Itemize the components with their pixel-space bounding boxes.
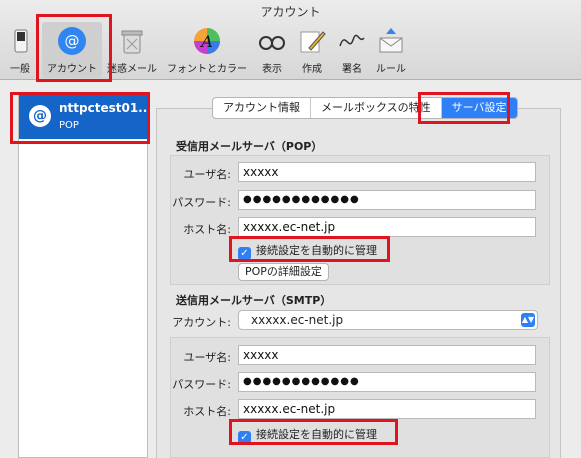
- toolbar-compose[interactable]: 作成: [294, 22, 330, 78]
- account-type: POP: [59, 120, 79, 131]
- chevron-updown-icon: ▲▼: [521, 313, 535, 327]
- tab-server-settings[interactable]: サーバ設定: [441, 98, 517, 118]
- tab-account-info[interactable]: アカウント情報: [213, 98, 311, 118]
- switch-icon: [14, 29, 28, 53]
- outgoing-host-label: ホスト名:: [183, 405, 231, 418]
- toolbar-junk[interactable]: 迷惑メール: [106, 22, 158, 78]
- toolbar-signatures-label: 署名: [342, 64, 362, 75]
- toolbar: アカウント 一般 @ アカウント 迷惑メール A フォントとカラー 表示 作成 …: [0, 0, 581, 80]
- trash-icon: [121, 30, 143, 54]
- outgoing-username-field[interactable]: xxxxx: [238, 345, 536, 365]
- incoming-password-label: パスワード:: [172, 196, 231, 209]
- incoming-host-field[interactable]: xxxxx.ec-net.jp: [238, 217, 536, 237]
- toolbar-general[interactable]: 一般: [2, 22, 38, 78]
- outgoing-server-heading: 送信用メールサーバ（SMTP）: [176, 294, 332, 307]
- at-icon: @: [29, 105, 51, 127]
- at-icon: @: [58, 27, 86, 55]
- incoming-server-heading: 受信用メールサーバ（POP）: [176, 140, 323, 153]
- incoming-password-field[interactable]: ●●●●●●●●●●●●: [238, 190, 536, 210]
- toolbar-rules[interactable]: ルール: [372, 22, 410, 78]
- font-color-icon: A: [194, 28, 220, 54]
- toolbar-view-label: 表示: [262, 64, 282, 75]
- tab-mailbox-behaviors[interactable]: メールボックスの特性: [311, 98, 442, 118]
- rules-icon: [379, 28, 403, 53]
- toolbar-view[interactable]: 表示: [254, 22, 290, 78]
- outgoing-account-select[interactable]: xxxxx.ec-net.jp ▲▼: [238, 310, 538, 330]
- svg-text:A: A: [199, 32, 213, 51]
- toolbar-junk-label: 迷惑メール: [107, 64, 157, 75]
- svg-text:@: @: [65, 32, 80, 50]
- outgoing-account-value: xxxxx.ec-net.jp: [251, 313, 344, 327]
- incoming-host-label: ホスト名:: [183, 223, 231, 236]
- toolbar-compose-label: 作成: [302, 64, 322, 75]
- tab-bar: アカウント情報 メールボックスの特性 サーバ設定: [212, 97, 518, 119]
- incoming-username-field[interactable]: xxxxx: [238, 162, 536, 182]
- toolbar-accounts-label: アカウント: [47, 64, 97, 75]
- toolbar-accounts[interactable]: @ アカウント: [42, 22, 102, 78]
- outgoing-auto-manage-label: 接続設定を自動的に管理: [256, 428, 377, 441]
- outgoing-password-field[interactable]: ●●●●●●●●●●●●: [238, 372, 536, 392]
- incoming-username-label: ユーザ名:: [183, 168, 232, 181]
- outgoing-auto-manage-checkbox[interactable]: ✓ 接続設定を自動的に管理: [238, 426, 377, 444]
- incoming-auto-manage-checkbox[interactable]: ✓ 接続設定を自動的に管理: [238, 242, 377, 260]
- toolbar-signatures[interactable]: 署名: [334, 22, 370, 78]
- toolbar-rules-label: ルール: [376, 64, 406, 75]
- checkmark-icon: ✓: [238, 431, 251, 444]
- toolbar-fonts[interactable]: A フォントとカラー: [162, 22, 252, 78]
- glasses-icon: [259, 36, 285, 50]
- window-title: アカウント: [260, 5, 321, 19]
- pencil-icon: [300, 31, 326, 53]
- account-list-item[interactable]: @ nttpctest01... POP: [19, 93, 152, 139]
- outgoing-account-label: アカウント:: [172, 316, 231, 329]
- pop-advanced-button[interactable]: POPの詳細設定: [238, 263, 329, 281]
- outgoing-host-field[interactable]: xxxxx.ec-net.jp: [238, 399, 536, 419]
- outgoing-username-label: ユーザ名:: [183, 351, 232, 364]
- checkmark-icon: ✓: [238, 247, 251, 260]
- signature-icon: [339, 34, 365, 47]
- outgoing-password-label: パスワード:: [172, 378, 231, 391]
- toolbar-fonts-label: フォントとカラー: [167, 64, 247, 75]
- account-name: nttpctest01...: [59, 101, 152, 115]
- account-list: @ nttpctest01... POP: [18, 92, 152, 458]
- toolbar-general-label: 一般: [10, 64, 30, 75]
- incoming-auto-manage-label: 接続設定を自動的に管理: [256, 244, 377, 257]
